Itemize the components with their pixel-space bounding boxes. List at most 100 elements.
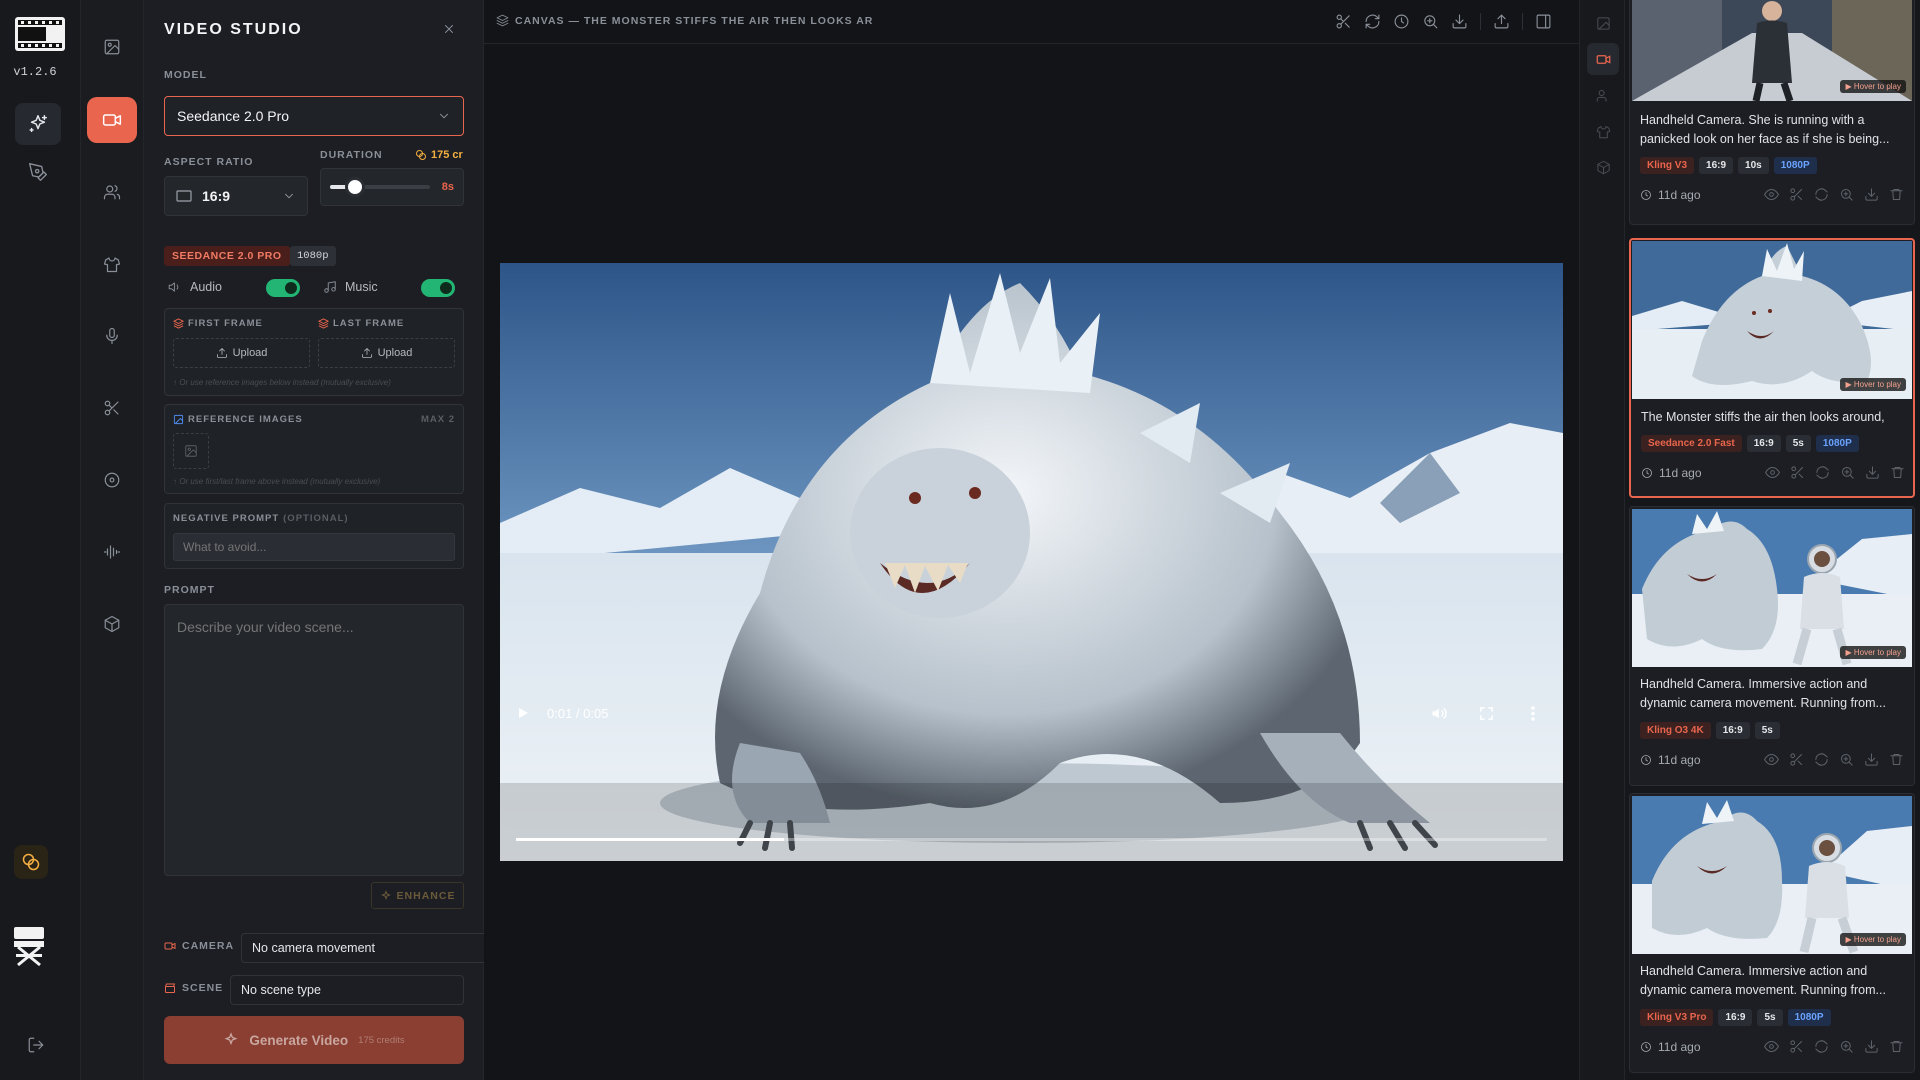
eye-icon[interactable] <box>1765 465 1780 480</box>
gallery-card-meta: 11d ago <box>1640 187 1904 202</box>
scene-label-row: SCENE <box>164 982 223 994</box>
add-reference-image-button[interactable] <box>173 433 209 469</box>
gallery-card[interactable]: ▶ Hover to play Handheld Camera. Immersi… <box>1629 793 1915 1073</box>
characters-nav[interactable] <box>87 169 137 215</box>
download-icon[interactable] <box>1864 1039 1879 1054</box>
more-options-button[interactable] <box>1530 705 1536 722</box>
logout-icon[interactable] <box>27 1036 45 1054</box>
credits-coins-icon[interactable] <box>14 845 48 879</box>
wardrobe-nav[interactable] <box>87 241 137 287</box>
scissors-icon[interactable] <box>1789 187 1804 202</box>
refresh-icon[interactable] <box>1814 187 1829 202</box>
fullscreen-icon <box>1480 707 1493 720</box>
gallery-card-meta: 11d ago <box>1640 1039 1904 1054</box>
fullscreen-button[interactable] <box>1479 706 1494 721</box>
gallery-card[interactable]: ▶ Hover to play Handheld Camera. She is … <box>1629 0 1915 225</box>
negative-prompt-input[interactable] <box>173 533 455 561</box>
gallery-card-selected[interactable]: ▶ Hover to play The Monster stiffs the a… <box>1629 238 1915 498</box>
sparkles-icon <box>224 1032 238 1046</box>
duration-value: 8s <box>441 181 454 193</box>
duration-slider-box: 8s <box>320 168 464 206</box>
refresh-icon[interactable] <box>1364 13 1381 30</box>
aspect-ratio-select[interactable]: 16:9 <box>164 176 308 216</box>
audio-nav[interactable] <box>87 529 137 575</box>
card-age: 11d ago <box>1640 1040 1701 1054</box>
duration-tag: 5s <box>1785 435 1811 452</box>
canvas-title: CANVAS — THE MONSTER STIFFS THE AIR THEN… <box>515 14 874 27</box>
card-age-text: 11d ago <box>1658 187 1701 202</box>
zoom-in-icon[interactable] <box>1840 465 1855 480</box>
zoom-in-icon[interactable] <box>1839 752 1854 767</box>
scene-select[interactable]: No scene type <box>230 975 464 1005</box>
video-player[interactable]: 0:01 / 0:05 <box>500 263 1563 861</box>
video-studio-nav[interactable] <box>87 97 137 143</box>
generate-sparkle-nav[interactable] <box>15 103 61 145</box>
trash-icon[interactable] <box>1889 752 1904 767</box>
filter-videos[interactable] <box>1587 43 1619 75</box>
filter-characters[interactable] <box>1587 79 1619 111</box>
pen-tool-nav[interactable] <box>15 151 61 193</box>
scissors-icon[interactable] <box>1789 1039 1804 1054</box>
zoom-in-icon[interactable] <box>1422 13 1439 30</box>
trash-icon[interactable] <box>1890 465 1905 480</box>
close-panel-button[interactable] <box>442 22 456 36</box>
volume-button[interactable] <box>1431 705 1448 722</box>
frames-hint: ↑ Or use reference images below instead … <box>173 378 391 387</box>
gallery-card[interactable]: ▶ Hover to play Handheld Camera. Immersi… <box>1629 506 1915 786</box>
audio-label: Audio <box>190 280 222 294</box>
edit-cut-nav[interactable] <box>87 385 137 431</box>
eye-icon[interactable] <box>1764 752 1779 767</box>
download-icon[interactable] <box>1451 13 1468 30</box>
model-label: MODEL <box>164 69 207 81</box>
prompt-textarea[interactable] <box>164 604 464 876</box>
video-progress-track[interactable] <box>516 838 1547 841</box>
film-clapper-logo-icon[interactable] <box>14 16 66 52</box>
scissors-icon[interactable] <box>1335 13 1352 30</box>
media-nav[interactable] <box>87 457 137 503</box>
users-icon <box>1596 89 1606 102</box>
3d-nav[interactable] <box>87 601 137 647</box>
camera-select[interactable]: No camera movement <box>241 933 484 963</box>
director-chair-icon[interactable] <box>12 925 46 967</box>
ratio-tag: 16:9 <box>1718 1009 1753 1026</box>
ratio-tag: 16:9 <box>1746 435 1781 452</box>
download-icon[interactable] <box>1864 187 1879 202</box>
sparkles-icon <box>380 889 391 900</box>
duration-slider-track[interactable] <box>330 177 430 197</box>
model-tag: Kling V3 Pro <box>1640 1009 1714 1026</box>
download-icon[interactable] <box>1864 752 1879 767</box>
play-icon <box>519 708 528 718</box>
filter-3d[interactable] <box>1587 151 1619 183</box>
play-button[interactable] <box>516 706 530 720</box>
refresh-icon[interactable] <box>1814 752 1829 767</box>
zoom-in-icon[interactable] <box>1839 187 1854 202</box>
eye-icon[interactable] <box>1764 187 1779 202</box>
audio-toggle[interactable] <box>266 279 300 297</box>
aspect-ratio-value: 16:9 <box>202 188 231 204</box>
trash-icon[interactable] <box>1889 187 1904 202</box>
image-studio-nav[interactable] <box>87 24 137 70</box>
canvas-title-row: CANVAS — THE MONSTER STIFFS THE AIR THEN… <box>496 14 873 27</box>
cube-icon <box>104 615 120 633</box>
panel-right-icon[interactable] <box>1535 13 1552 30</box>
music-toggle[interactable] <box>421 279 455 297</box>
download-icon[interactable] <box>1865 465 1880 480</box>
enhance-button[interactable]: ENHANCE <box>371 882 464 909</box>
duration-slider-knob[interactable] <box>345 177 365 197</box>
generate-video-button[interactable]: Generate Video 175 credits <box>164 1016 464 1064</box>
first-frame-upload-button[interactable]: Upload <box>173 338 310 368</box>
refresh-icon[interactable] <box>1815 465 1830 480</box>
voice-nav[interactable] <box>87 313 137 359</box>
zoom-in-icon[interactable] <box>1839 1039 1854 1054</box>
clock-icon[interactable] <box>1393 13 1410 30</box>
eye-icon[interactable] <box>1764 1039 1779 1054</box>
filter-images[interactable] <box>1587 7 1619 39</box>
model-select[interactable]: Seedance 2.0 Pro <box>164 96 464 136</box>
trash-icon[interactable] <box>1889 1039 1904 1054</box>
last-frame-upload-button[interactable]: Upload <box>318 338 455 368</box>
scissors-icon[interactable] <box>1790 465 1805 480</box>
refresh-icon[interactable] <box>1814 1039 1829 1054</box>
filter-wardrobe[interactable] <box>1587 115 1619 147</box>
scissors-icon[interactable] <box>1789 752 1804 767</box>
share-upload-icon[interactable] <box>1493 13 1510 30</box>
